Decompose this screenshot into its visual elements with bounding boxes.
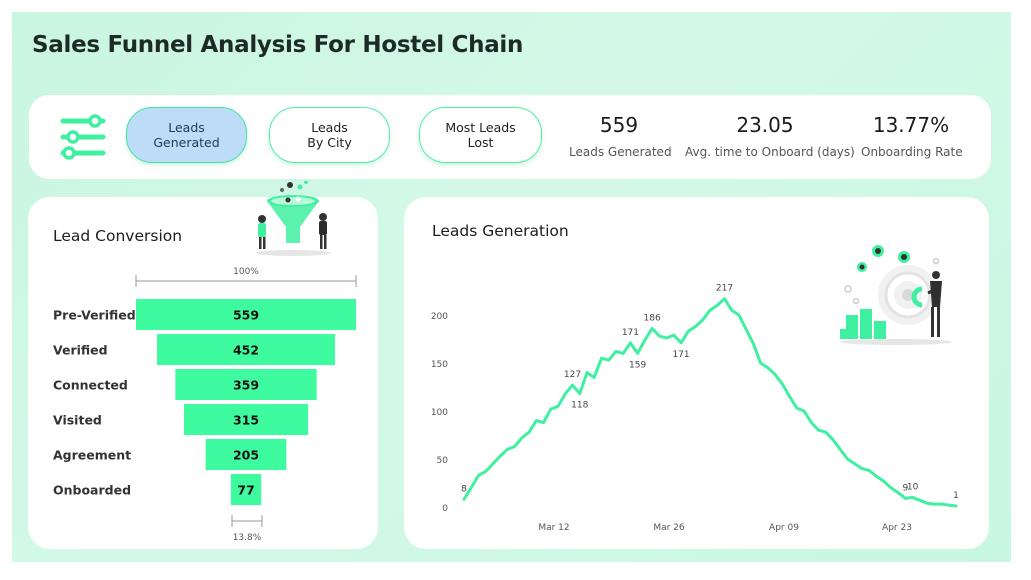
funnel-value-label: 359 (233, 378, 259, 393)
data-label: 186 (644, 313, 661, 323)
dashboard-canvas: Sales Funnel Analysis For Hostel Chain L… (12, 12, 1011, 562)
kpi-label: Onboarding Rate (861, 145, 963, 159)
funnel-value-label: 205 (233, 448, 259, 463)
tab-label-line1: Leads (311, 120, 348, 135)
data-label: 127 (564, 370, 581, 380)
data-label: 159 (629, 360, 646, 370)
kpi-onboarding-rate: 13.77% Onboarding Rate (861, 113, 963, 159)
funnel-category-label: Onboarded (53, 483, 131, 498)
y-tick-label: 50 (437, 456, 449, 466)
tab-leads-by-city[interactable]: Leads By City (269, 107, 390, 163)
funnel-category-label: Verified (53, 343, 108, 358)
top-bar-card: Leads Generated Leads By City Most Leads… (29, 95, 991, 179)
funnel-chart: 100% Pre-Verified 559 Verified 452 Connected… (53, 267, 357, 543)
funnel-category-label: Visited (53, 413, 102, 428)
data-label: 8 (461, 484, 467, 494)
funnel-value-label: 452 (233, 343, 259, 358)
x-tick-label: Mar 26 (653, 523, 685, 533)
tab-label-line2: Generated (153, 135, 220, 150)
leads-generation-chart: 050100150200Mar 12 Mar 26 Apr 09 Apr 23 812… (431, 284, 959, 533)
funnel-category-label: Agreement (53, 448, 131, 463)
data-label: 1 (953, 491, 959, 501)
x-tick-label: Apr 09 (769, 523, 799, 533)
funnel-value-label: 315 (233, 413, 259, 428)
kpi-value: 23.05 (736, 113, 794, 137)
data-label: 217 (716, 284, 733, 294)
data-label: 171 (622, 328, 639, 338)
data-label: 118 (571, 401, 588, 411)
funnel-top-percent: 100% (233, 267, 259, 277)
y-tick-label: 150 (431, 360, 448, 370)
y-tick-label: 200 (431, 312, 448, 322)
x-tick-label: Apr 23 (882, 523, 912, 533)
funnel-value-label: 559 (233, 308, 259, 323)
funnel-category-label: Pre-Verified (53, 308, 136, 323)
funnel-category-label: Connected (53, 378, 128, 393)
tab-label-line1: Most Leads (445, 120, 516, 135)
x-tick-label: Mar 12 (538, 523, 569, 533)
kpi-label: Avg. time to Onboard (days) (685, 145, 855, 159)
kpi-label: Leads Generated (569, 145, 672, 159)
leads-generation-panel: Leads Generation 0 50 100 150 200 Mar 12… (404, 197, 989, 549)
funnel-bottom-percent: 13.8% (233, 533, 262, 543)
tab-label-line2: By City (307, 135, 352, 150)
kpi-avg-time-to-onboard: 23.05 Avg. time to Onboard (days) (685, 113, 855, 159)
kpi-value: 559 (599, 113, 639, 137)
funnel-value-label: 77 (237, 483, 254, 498)
tab-leads-by-city-label: Leads By City (307, 120, 351, 150)
data-label: 171 (672, 350, 689, 360)
filter-sliders-icon[interactable] (59, 113, 107, 161)
lead-conversion-panel: Lead Conversion 100% Pre-Verified 559 Ve… (28, 181, 378, 549)
leads-series-line (462, 297, 958, 508)
tab-label-line1: Leads (168, 120, 205, 135)
tab-most-leads-lost[interactable]: Most Leads Lost (419, 107, 542, 163)
data-label: 10 (907, 482, 919, 492)
y-tick-label: 0 (442, 504, 448, 514)
kpi-leads-generated: 559 Leads Generated (569, 113, 672, 159)
tab-leads-generated[interactable]: Leads Generated (126, 107, 247, 163)
y-tick-label: 100 (431, 408, 448, 418)
tab-label-line2: Lost (467, 135, 494, 150)
tab-leads-generated-label: Leads Generated (153, 120, 219, 150)
page-title: Sales Funnel Analysis For Hostel Chain (32, 32, 524, 58)
tab-most-leads-lost-label: Most Leads Lost (445, 120, 515, 150)
kpi-value: 13.77% (872, 113, 950, 137)
